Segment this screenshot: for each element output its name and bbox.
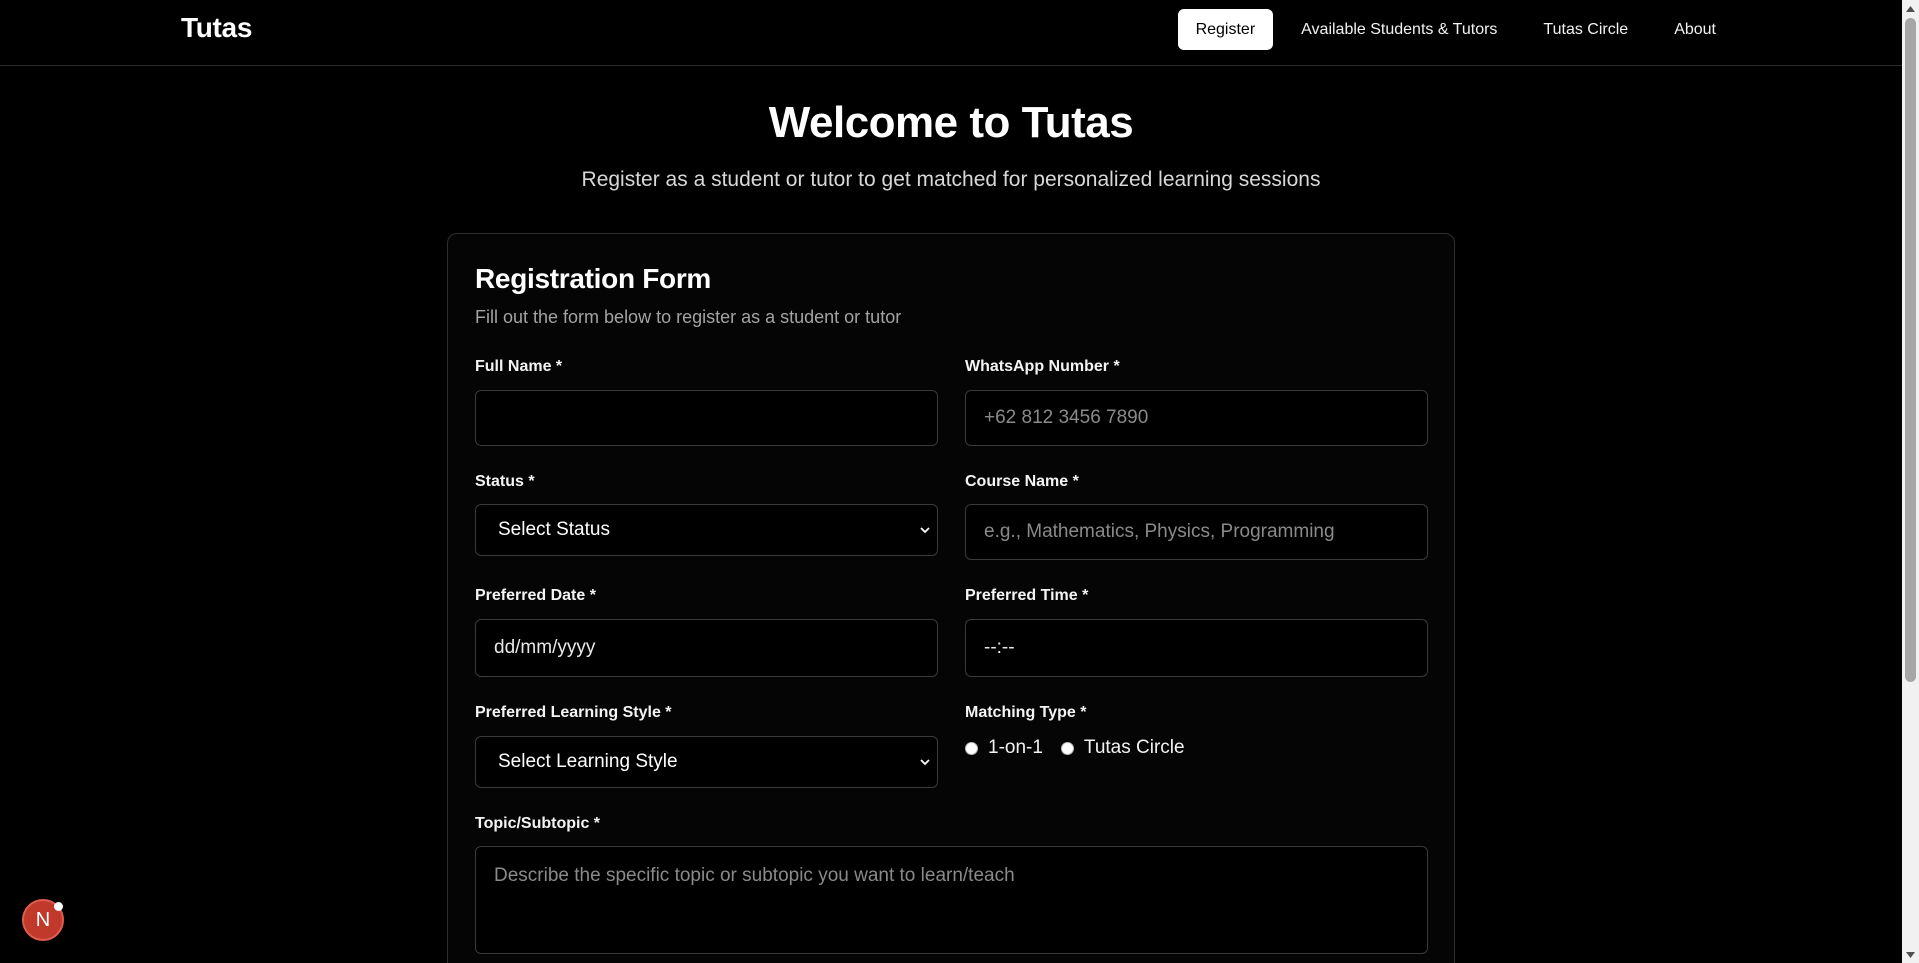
preferred-date-label: Preferred Date * bbox=[475, 587, 596, 604]
course-name-input[interactable] bbox=[965, 504, 1428, 560]
learning-style-select-value: Select Learning Style bbox=[498, 751, 678, 772]
nav-about[interactable]: About bbox=[1656, 9, 1734, 50]
topic-placeholder: Describe the specific topic or subtopic … bbox=[494, 865, 1015, 886]
page: Tutas Register Available Students & Tuto… bbox=[0, 0, 1919, 963]
main-nav: Register Available Students & Tutors Tut… bbox=[1177, 9, 1734, 50]
scroll-down-arrow-icon[interactable] bbox=[1902, 946, 1919, 963]
learning-style-select[interactable]: Select Learning Style bbox=[475, 736, 938, 788]
radio-tutas-circle[interactable] bbox=[1060, 741, 1074, 755]
radio-tutas-circle-label[interactable]: Tutas Circle bbox=[1084, 737, 1185, 759]
preferred-time-input[interactable]: --:-- bbox=[965, 619, 1428, 677]
matching-type-label: Matching Type * bbox=[965, 704, 1087, 721]
form-description: Fill out the form below to register as a… bbox=[475, 307, 902, 327]
topic-label: Topic/Subtopic * bbox=[475, 815, 601, 832]
status-select[interactable]: Select Status bbox=[475, 504, 938, 556]
topic-textarea[interactable]: Describe the specific topic or subtopic … bbox=[475, 846, 1428, 954]
whatsapp-label: WhatsApp Number * bbox=[965, 358, 1120, 375]
whatsapp-input[interactable] bbox=[965, 390, 1428, 446]
matching-type-radio-group: 1-on-1 Tutas Circle bbox=[965, 737, 1203, 759]
chevron-down-icon bbox=[920, 759, 930, 766]
radio-1-on-1[interactable] bbox=[965, 741, 978, 755]
registration-card: Registration Form Fill out the form belo… bbox=[447, 233, 1455, 963]
scrollbar-thumb[interactable] bbox=[1905, 18, 1916, 682]
nav-available-students-tutors[interactable]: Available Students & Tutors bbox=[1283, 9, 1515, 50]
nav-tutas-circle[interactable]: Tutas Circle bbox=[1525, 9, 1646, 50]
date-placeholder: dd/mm/yyyy bbox=[494, 637, 596, 658]
badge-letter: N bbox=[35, 908, 51, 931]
course-name-label: Course Name * bbox=[965, 473, 1079, 490]
radio-1-on-1-label[interactable]: 1-on-1 bbox=[988, 737, 1043, 759]
top-navbar: Tutas Register Available Students & Tuto… bbox=[0, 0, 1902, 66]
vertical-scrollbar[interactable] bbox=[1902, 0, 1919, 963]
chevron-down-icon bbox=[920, 527, 930, 534]
full-name-input[interactable] bbox=[475, 390, 938, 446]
preferred-time-label: Preferred Time * bbox=[965, 587, 1089, 604]
status-label: Status * bbox=[475, 473, 535, 490]
full-name-label: Full Name * bbox=[475, 358, 563, 375]
learning-style-label: Preferred Learning Style * bbox=[475, 704, 672, 721]
brand-logo[interactable]: Tutas bbox=[181, 12, 252, 44]
badge-notification-dot bbox=[54, 902, 63, 911]
preferred-date-input[interactable]: dd/mm/yyyy bbox=[475, 619, 938, 677]
page-title: Welcome to Tutas bbox=[768, 98, 1134, 147]
status-select-value: Select Status bbox=[498, 519, 610, 540]
page-subtitle: Register as a student or tutor to get ma… bbox=[581, 168, 1321, 191]
nav-register[interactable]: Register bbox=[1177, 9, 1274, 50]
scroll-up-arrow-icon[interactable] bbox=[1902, 0, 1919, 17]
form-title: Registration Form bbox=[475, 263, 712, 294]
time-placeholder: --:-- bbox=[984, 637, 1015, 658]
